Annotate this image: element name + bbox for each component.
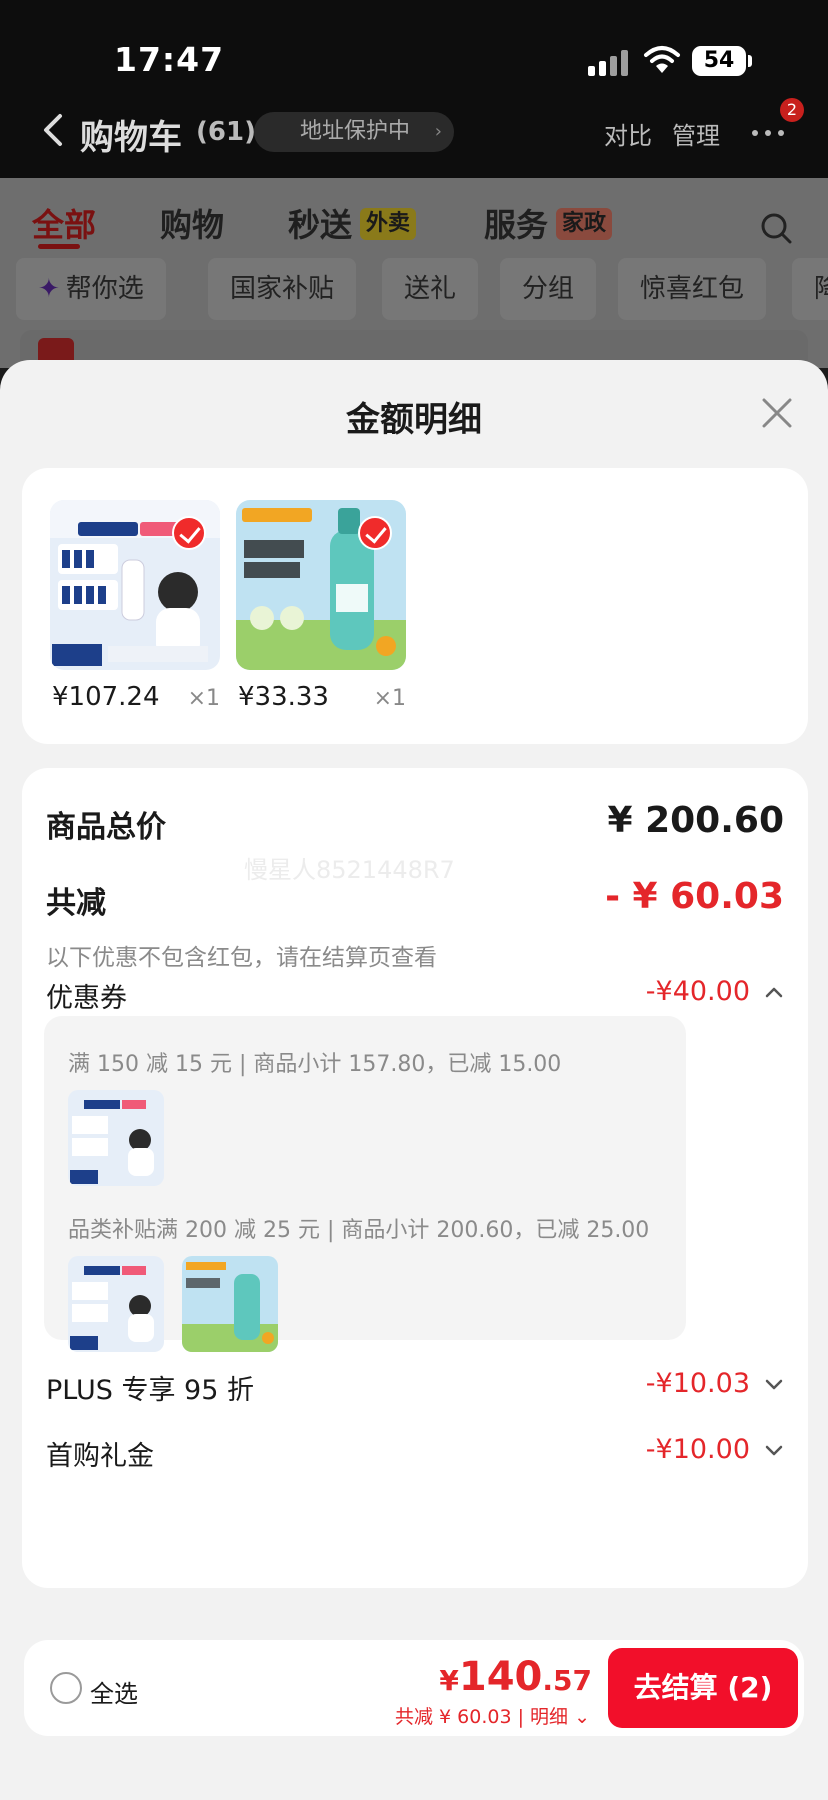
page-title: 购物车 xyxy=(80,118,182,158)
tab-shopping[interactable]: 购物 xyxy=(160,200,224,246)
coupon-row[interactable]: 优惠券 -¥40.00 xyxy=(46,976,784,1015)
notification-badge: 2 xyxy=(780,98,804,122)
sparkle-icon: ✦ xyxy=(38,274,60,304)
checkout-button[interactable]: 去结算 (2) xyxy=(608,1648,798,1728)
wifi-icon xyxy=(644,46,680,73)
chip-surprise-redpacket[interactable]: 惊喜红包 xyxy=(618,258,767,320)
dimmed-cart-page: 全部 购物 秒送 外卖 服务 家政 ✦ 帮你选 国家补贴 送礼 分组 惊喜红包 降 xyxy=(0,178,828,370)
checkout-bar: 全选 ¥140.57 共减 ¥ 60.03 | 明细 ⌄ 去结算 (2) xyxy=(24,1640,804,1736)
plus-discount-row[interactable]: PLUS 专享 95 折 -¥10.03 xyxy=(46,1368,784,1407)
filter-chips: ✦ 帮你选 国家补贴 送礼 分组 惊喜红包 降 xyxy=(0,258,828,320)
cart-tabs: 全部 购物 秒送 外卖 服务 家政 xyxy=(0,190,828,250)
first-order-gift-row[interactable]: 首购礼金 -¥10.00 xyxy=(46,1434,784,1473)
search-icon[interactable] xyxy=(760,212,792,244)
total-decimal: .57 xyxy=(542,1664,592,1697)
product-quantity: ×1 xyxy=(373,686,406,711)
chevron-right-icon: › xyxy=(434,121,442,142)
product-price: ¥33.33 xyxy=(238,682,329,712)
product-thumbnail-graphic xyxy=(68,1256,164,1352)
battery-icon: 54 xyxy=(692,46,746,76)
coupon-detail-box: 满 150 减 15 元 | 商品小计 157.80，已减 15.00 品类补贴… xyxy=(44,1016,686,1352)
product-quantity: ×1 xyxy=(187,686,220,711)
selected-check-icon xyxy=(358,516,392,550)
tab-all[interactable]: 全部 xyxy=(32,200,96,246)
amount-detail-sheet: 金额明细 ¥107.24 ×1 ¥33.33 ×1 商品总价 ¥ 200.60 … xyxy=(0,360,828,1800)
first-order-gift-label: 首购礼金 xyxy=(46,1441,154,1472)
coupon-label: 优惠券 xyxy=(46,983,127,1014)
top-bar: 17:47 54 购物车 (61) 地址保护中 › 对比 管理 2 xyxy=(0,0,828,178)
chevron-down-icon[interactable] xyxy=(764,1442,784,1458)
manage-button[interactable]: 管理 xyxy=(672,116,720,151)
cart-count: (61) xyxy=(196,117,256,147)
back-arrow-icon[interactable] xyxy=(40,112,68,148)
total-price-row: 商品总价 ¥ 200.60 xyxy=(46,800,784,846)
more-options-icon[interactable] xyxy=(748,120,788,144)
total-currency: ¥ xyxy=(439,1664,459,1697)
plus-discount-value: -¥10.03 xyxy=(645,1368,750,1399)
plus-discount-label: PLUS 专享 95 折 xyxy=(46,1375,254,1406)
product-price: ¥107.24 xyxy=(52,682,160,712)
compare-button[interactable]: 对比 xyxy=(604,116,652,151)
coupon-detail-line: 满 150 减 15 元 | 商品小计 157.80，已减 15.00 xyxy=(68,1052,562,1077)
total-price-value: ¥ 200.60 xyxy=(607,800,784,841)
total-discount-value: - ¥ 60.03 xyxy=(605,876,784,917)
status-time: 17:47 xyxy=(114,40,225,79)
payable-total: ¥140.57 xyxy=(439,1654,592,1700)
select-all-label[interactable]: 全选 xyxy=(90,1674,138,1709)
coupon-product-thumbnail xyxy=(68,1256,164,1352)
discount-note: 以下优惠不包含红包，请在结算页查看 xyxy=(46,945,437,971)
chip-national-subsidy[interactable]: 国家补贴 xyxy=(208,258,357,320)
tab-services[interactable]: 服务 xyxy=(484,200,548,246)
chip-gift[interactable]: 送礼 xyxy=(382,258,479,320)
coupon-product-thumbnail xyxy=(68,1090,164,1186)
address-protection-label: 地址保护中 xyxy=(300,119,411,144)
coupon-detail-line: 品类补贴满 200 减 25 元 | 商品小计 200.60，已减 25.00 xyxy=(68,1218,650,1243)
product-item[interactable]: ¥107.24 ×1 xyxy=(50,500,220,712)
total-discount-row: 共减 - ¥ 60.03 xyxy=(46,876,784,922)
product-image-mosquito-spray[interactable] xyxy=(236,500,406,670)
cellular-signal-icon xyxy=(588,50,630,76)
product-image-lotion[interactable] xyxy=(50,500,220,670)
chip-group[interactable]: 分组 xyxy=(500,258,597,320)
chevron-down-icon: ⌄ xyxy=(568,1706,590,1728)
sheet-title: 金额明细 xyxy=(346,400,482,440)
address-protection-pill[interactable]: 地址保护中 › xyxy=(254,112,454,152)
product-thumbnail-graphic xyxy=(68,1090,164,1186)
total-price-label: 商品总价 xyxy=(46,810,166,845)
selected-check-icon xyxy=(172,516,206,550)
takeout-tag: 外卖 xyxy=(360,208,417,240)
chevron-down-icon[interactable] xyxy=(764,1376,784,1392)
coupon-product-thumbnail xyxy=(182,1256,278,1352)
select-all-radio[interactable] xyxy=(50,1672,82,1704)
battery-tip xyxy=(748,55,752,67)
price-summary-card: 商品总价 ¥ 200.60 慢星人8521448R7 共减 - ¥ 60.03 … xyxy=(22,768,808,1588)
first-order-gift-value: -¥10.00 xyxy=(645,1434,750,1465)
total-discount-label: 共减 xyxy=(46,886,106,921)
close-icon[interactable] xyxy=(758,394,796,432)
product-thumbnail-graphic xyxy=(182,1256,278,1352)
savings-text: 共减 ¥ 60.03 | 明细 xyxy=(394,1706,569,1728)
housekeeping-tag: 家政 xyxy=(556,208,613,240)
chip-price-drop[interactable]: 降 xyxy=(792,258,828,320)
chip-label: 帮你选 xyxy=(65,274,144,304)
chevron-up-icon[interactable] xyxy=(764,984,784,1000)
chip-help-choose[interactable]: ✦ 帮你选 xyxy=(16,258,166,320)
coupon-value: -¥40.00 xyxy=(645,976,750,1007)
active-tab-indicator xyxy=(38,244,80,249)
savings-detail-link[interactable]: 共减 ¥ 60.03 | 明细 ⌄ xyxy=(395,1702,590,1729)
product-item[interactable]: ¥33.33 ×1 xyxy=(236,500,406,712)
tab-instant-delivery[interactable]: 秒送 xyxy=(288,200,352,246)
selected-products-card: ¥107.24 ×1 ¥33.33 ×1 xyxy=(22,468,808,744)
total-integer: 140 xyxy=(458,1654,543,1700)
